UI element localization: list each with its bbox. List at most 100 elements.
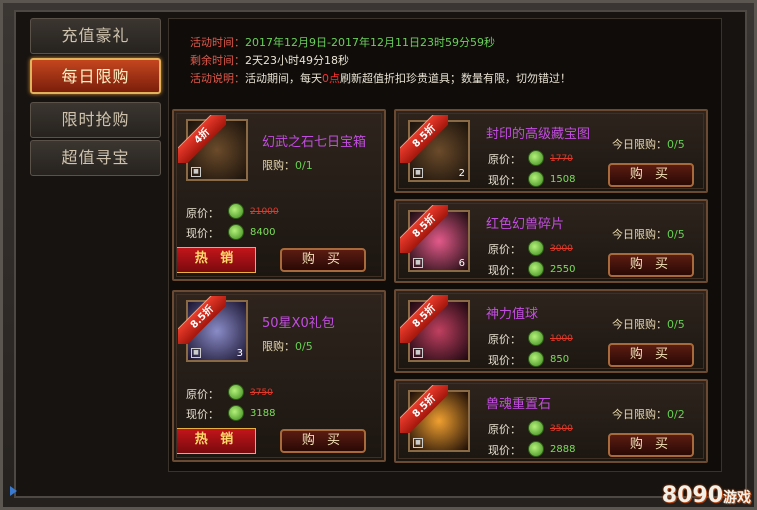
buy-button[interactable]: 购 买 <box>608 343 694 367</box>
current-price-label: 现价： <box>186 408 219 421</box>
discount-label: 8.5折 <box>178 296 226 344</box>
current-price-label: 现价： <box>488 264 521 277</box>
original-price-label: 原价： <box>186 207 219 220</box>
daily-limit-label: 今日限购： <box>612 228 667 241</box>
remaining-time-row: 剩余时间：2天23小时49分18秒 <box>190 52 571 70</box>
buy-button[interactable]: 购 买 <box>608 253 694 277</box>
tab-treasure-hunt[interactable]: 超值寻宝 <box>30 140 161 176</box>
item-name: 红色幻兽碎片 <box>486 217 565 232</box>
event-desc-label: 活动说明： <box>190 72 245 85</box>
hot-sale-badge: 热 销 <box>176 428 256 454</box>
current-price: 2888 <box>550 444 576 455</box>
item-name: 兽魂重置石 <box>486 397 552 412</box>
remaining-time-value: 2天23小时49分18秒 <box>245 54 349 67</box>
daily-limit-label: 今日限购： <box>612 318 667 331</box>
original-price-label: 原价： <box>488 333 521 346</box>
offer-card-small: ■ 8.5折 神力值球 原价： 1000 现价： 850 今日限购：0/5 购 … <box>394 289 708 373</box>
event-desc-text-end: 刷新超值折扣珍贵道具；数量有限，切勿错过！ <box>340 72 571 85</box>
watermark-brand: 游戏 <box>723 490 751 506</box>
original-price: 3750 <box>250 388 273 398</box>
event-info: 活动时间：2017年12月9日-2017年12月11日23时59分59秒 剩余时… <box>190 34 571 88</box>
limit-value: 0/5 <box>295 340 313 353</box>
coin-icon <box>228 203 244 219</box>
bind-icon: ■ <box>413 438 423 448</box>
coin-icon <box>228 384 244 400</box>
coin-icon <box>528 261 544 277</box>
watermark-number: 8090 <box>661 483 723 508</box>
item-name: 神力值球 <box>486 307 539 322</box>
coin-icon <box>528 240 544 256</box>
tab-recharge-gift[interactable]: 充值豪礼 <box>30 18 161 54</box>
original-price: 1000 <box>550 334 573 344</box>
daily-limit-value: 0/5 <box>667 228 685 241</box>
item-count: 3 <box>236 348 243 359</box>
discount-ribbon: 8.5折 <box>400 205 448 253</box>
original-price: 3000 <box>550 244 573 254</box>
discount-ribbon: 8.5折 <box>400 295 448 343</box>
corner-arrow-icon <box>10 486 17 496</box>
offer-card-big: ■ 3 8.5折 50星X0礼包 限购：0/5 原价： 3750 现价： 3188… <box>172 290 386 462</box>
limit-label: 限购： <box>262 159 295 172</box>
buy-button[interactable]: 购 买 <box>280 429 366 453</box>
original-price: 21000 <box>250 207 279 217</box>
limit-label: 限购： <box>262 340 295 353</box>
coin-icon <box>528 351 544 367</box>
discount-ribbon: 4折 <box>178 115 226 163</box>
remaining-time-label: 剩余时间： <box>190 54 245 67</box>
event-time-label: 活动时间： <box>190 36 245 49</box>
offer-card-small: ■ 6 8.5折 红色幻兽碎片 原价： 3000 现价： 2550 今日限购：0/… <box>394 199 708 283</box>
current-price-label: 现价： <box>488 444 521 457</box>
daily-limit-value: 0/5 <box>667 318 685 331</box>
item-name: 封印的高级藏宝图 <box>486 127 591 142</box>
original-price-label: 原价： <box>488 423 521 436</box>
discount-label: 8.5折 <box>400 115 448 163</box>
coin-icon <box>528 330 544 346</box>
bind-icon: ■ <box>191 167 201 177</box>
bind-icon: ■ <box>413 348 423 358</box>
discount-label: 8.5折 <box>400 385 448 433</box>
offer-card-small: ■ 2 8.5折 封印的高级藏宝图 原价： 1770 现价： 1508 今日限购：… <box>394 109 708 193</box>
original-price-label: 原价： <box>488 243 521 256</box>
item-count: 2 <box>458 168 465 179</box>
buy-button[interactable]: 购 买 <box>608 163 694 187</box>
daily-limit: 今日限购：0/5 <box>612 316 685 332</box>
original-price-label: 原价： <box>488 153 521 166</box>
buy-button[interactable]: 购 买 <box>608 433 694 457</box>
discount-ribbon: 8.5折 <box>178 296 226 344</box>
coin-icon <box>528 420 544 436</box>
bind-icon: ■ <box>413 258 423 268</box>
original-price: 3500 <box>550 424 573 434</box>
buy-button[interactable]: 购 买 <box>280 248 366 272</box>
discount-label: 4折 <box>178 115 226 163</box>
daily-limit-label: 今日限购： <box>612 408 667 421</box>
current-price: 2550 <box>550 264 576 275</box>
item-name: 幻武之石七日宝箱 <box>262 135 367 150</box>
offer-card-big: ■ 4折 幻武之石七日宝箱 限购：0/1 原价： 21000 现价： 8400 … <box>172 109 386 281</box>
current-price: 1508 <box>550 174 576 185</box>
coin-icon <box>228 224 244 240</box>
discount-ribbon: 8.5折 <box>400 385 448 433</box>
current-price-label: 现价： <box>488 354 521 367</box>
limit-value: 0/1 <box>295 159 313 172</box>
bind-icon: ■ <box>413 168 423 178</box>
daily-limit-value: 0/5 <box>667 138 685 151</box>
coin-icon <box>228 405 244 421</box>
event-time-row: 活动时间：2017年12月9日-2017年12月11日23时59分59秒 <box>190 34 571 52</box>
item-name: 50星X0礼包 <box>262 316 335 331</box>
discount-label: 8.5折 <box>400 295 448 343</box>
current-price-label: 现价： <box>186 227 219 240</box>
event-time-value: 2017年12月9日-2017年12月11日23时59分59秒 <box>245 36 495 49</box>
coin-icon <box>528 150 544 166</box>
coin-icon <box>528 171 544 187</box>
current-price: 850 <box>550 354 570 365</box>
tab-flash-sale[interactable]: 限时抢购 <box>30 102 161 138</box>
discount-label: 8.5折 <box>400 205 448 253</box>
tab-daily-limit[interactable]: 每日限购 <box>30 58 161 94</box>
coin-icon <box>528 441 544 457</box>
site-watermark: 8090游戏 <box>662 483 751 508</box>
daily-limit: 今日限购：0/5 <box>612 226 685 242</box>
current-price-label: 现价： <box>488 174 521 187</box>
current-price: 8400 <box>250 227 276 238</box>
daily-limit: 今日限购：0/5 <box>612 136 685 152</box>
item-count: 6 <box>458 258 465 269</box>
